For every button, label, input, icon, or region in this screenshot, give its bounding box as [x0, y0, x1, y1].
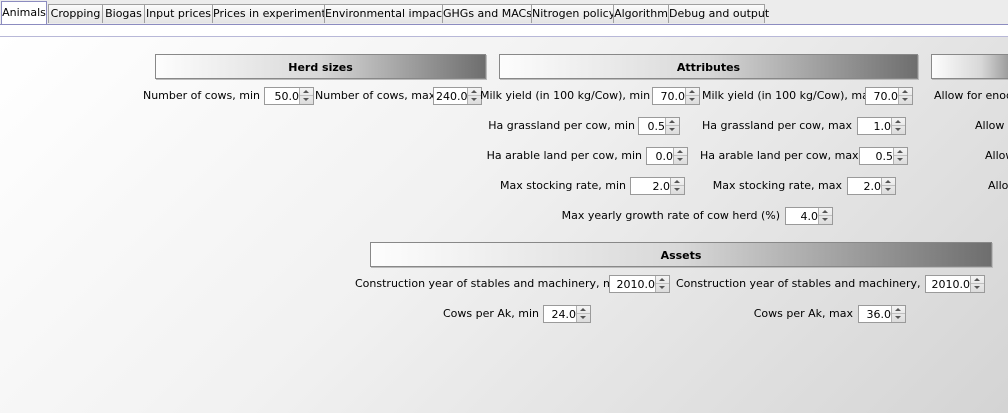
growth-rate-input[interactable] — [786, 208, 820, 224]
grassland-max-label: Ha grassland per cow, max — [702, 119, 852, 132]
arable-max-label: Ha arable land per cow, max — [700, 149, 859, 162]
spinner-down-icon[interactable] — [971, 284, 984, 292]
cows-per-ak-max-spinner[interactable] — [858, 305, 906, 323]
spinner-down-icon[interactable] — [894, 156, 907, 164]
cows-per-ak-max-label: Cows per Ak, max — [753, 307, 853, 320]
spinner-down-icon[interactable] — [882, 186, 895, 194]
construction-max-label: Construction year of stables and machine… — [676, 277, 948, 290]
construction-min-input[interactable] — [610, 276, 657, 292]
milk-max-spinner[interactable] — [865, 87, 913, 105]
right-panel-label-3: Allow — [985, 149, 1008, 162]
spinner-up-icon[interactable] — [656, 276, 669, 284]
stocking-min-label: Max stocking rate, min — [499, 179, 626, 192]
arable-max-input[interactable] — [860, 148, 895, 164]
cows-per-ak-min-spinner[interactable] — [543, 305, 591, 323]
tab-input-prices[interactable]: Input prices — [144, 4, 213, 23]
spinner-down-icon[interactable] — [674, 156, 687, 164]
grassland-max-input[interactable] — [858, 118, 893, 134]
tab-prices-in-experiments[interactable]: Prices in experiments — [212, 4, 332, 23]
herd-sizes-header: Herd sizes — [155, 54, 486, 79]
spinner-up-icon[interactable] — [899, 88, 912, 96]
arable-min-label: Ha arable land per cow, min — [486, 149, 642, 162]
stocking-min-input[interactable] — [631, 178, 672, 194]
grassland-max-spinner[interactable] — [857, 117, 906, 135]
right-panel-label-4: Allow — [988, 179, 1008, 192]
spinner-down-icon[interactable] — [666, 126, 679, 134]
tab-bar: Animals Cropping Biogas Input prices Pri… — [0, 0, 1008, 25]
tab-environmental-impacts[interactable]: Environmental impacts — [324, 4, 452, 23]
right-panel-label-2: Allow p — [975, 119, 1008, 132]
cows-min-spinner[interactable] — [264, 87, 314, 105]
construction-min-spinner[interactable] — [609, 275, 670, 293]
tab-cropping[interactable]: Cropping — [48, 4, 103, 23]
spinner-down-icon[interactable] — [892, 126, 905, 134]
spinner-down-icon[interactable] — [892, 314, 905, 322]
arable-min-spinner[interactable] — [646, 147, 688, 165]
spinner-up-icon[interactable] — [892, 306, 905, 314]
spinner-up-icon[interactable] — [894, 148, 907, 156]
stocking-min-spinner[interactable] — [630, 177, 685, 195]
spinner-up-icon[interactable] — [300, 88, 313, 96]
animals-panel: Herd sizes Number of cows, min Number of… — [0, 36, 1008, 413]
cows-max-label: Number of cows, max — [315, 89, 436, 102]
tab-debug-and-output[interactable]: Debug and output — [668, 4, 769, 23]
tab-nitrogen-policy[interactable]: Nitrogen policy — [531, 4, 615, 23]
spinner-up-icon[interactable] — [819, 208, 832, 216]
milk-max-label: Milk yield (in 100 kg/Cow), max — [702, 89, 876, 102]
tab-biogas[interactable]: Biogas — [102, 4, 145, 23]
cows-per-ak-min-input[interactable] — [544, 306, 578, 322]
growth-rate-spinner[interactable] — [785, 207, 833, 225]
stocking-max-input[interactable] — [848, 178, 883, 194]
spinner-down-icon[interactable] — [577, 314, 590, 322]
spinner-up-icon[interactable] — [577, 306, 590, 314]
construction-max-input[interactable] — [926, 276, 972, 292]
cows-per-ak-min-label: Cows per Ak, min — [442, 307, 539, 320]
arable-min-input[interactable] — [647, 148, 675, 164]
stocking-max-spinner[interactable] — [847, 177, 896, 195]
spinner-up-icon[interactable] — [686, 88, 699, 96]
milk-min-spinner[interactable] — [652, 87, 700, 105]
construction-min-label: Construction year of stables and machine… — [355, 277, 624, 290]
spinner-down-icon[interactable] — [671, 186, 684, 194]
cows-max-spinner[interactable] — [433, 87, 482, 105]
spinner-down-icon[interactable] — [686, 96, 699, 104]
spinner-up-icon[interactable] — [666, 118, 679, 126]
spinner-up-icon[interactable] — [892, 118, 905, 126]
spinner-down-icon[interactable] — [899, 96, 912, 104]
cows-max-input[interactable] — [434, 88, 469, 104]
attributes-header: Attributes — [499, 54, 918, 79]
right-panel-header — [931, 54, 1008, 79]
spinner-up-icon[interactable] — [882, 178, 895, 186]
growth-rate-label: Max yearly growth rate of cow herd (%) — [561, 209, 780, 222]
milk-max-input[interactable] — [866, 88, 900, 104]
grassland-min-input[interactable] — [639, 118, 667, 134]
grassland-min-spinner[interactable] — [638, 117, 680, 135]
construction-max-spinner[interactable] — [925, 275, 985, 293]
cows-min-input[interactable] — [265, 88, 301, 104]
spinner-down-icon[interactable] — [656, 284, 669, 292]
spinner-down-icon[interactable] — [300, 96, 313, 104]
tab-algorithm[interactable]: Algorithm — [613, 4, 669, 23]
spinner-up-icon[interactable] — [971, 276, 984, 284]
arable-max-spinner[interactable] — [859, 147, 908, 165]
tab-ghgs-and-macs[interactable]: GHGs and MACs — [442, 4, 532, 23]
spinner-up-icon[interactable] — [671, 178, 684, 186]
grassland-min-label: Ha grassland per cow, min — [488, 119, 635, 132]
assets-header: Assets — [370, 242, 992, 267]
milk-min-label: Milk yield (in 100 kg/Cow), min — [480, 89, 651, 102]
spinner-down-icon[interactable] — [819, 216, 832, 224]
spinner-up-icon[interactable] — [674, 148, 687, 156]
stocking-max-label: Max stocking rate, max — [712, 179, 842, 192]
right-panel-label-1: Allow for enodg — [934, 89, 1008, 102]
cows-per-ak-max-input[interactable] — [859, 306, 893, 322]
tab-animals[interactable]: Animals — [1, 1, 47, 24]
cows-min-label: Number of cows, min — [142, 89, 260, 102]
milk-min-input[interactable] — [653, 88, 687, 104]
